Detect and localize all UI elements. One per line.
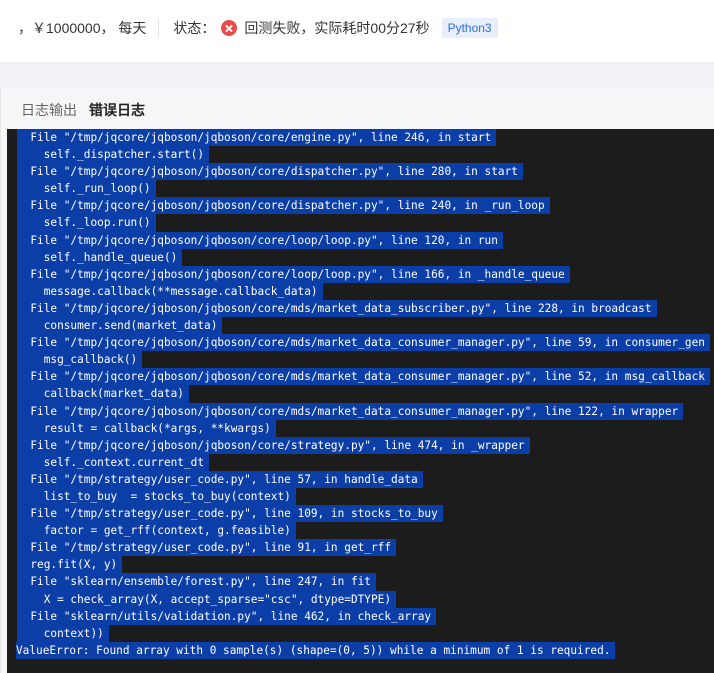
- language-badge: Python3: [441, 18, 498, 38]
- log-line: File "/tmp/jqcore/jqboson/jqboson/core/m…: [7, 402, 714, 420]
- log-line-text: File "/tmp/jqcore/jqboson/jqboson/core/m…: [17, 299, 657, 318]
- log-line: consumer.send(market_data): [7, 317, 714, 335]
- log-line-text: msg_callback(): [17, 351, 143, 369]
- log-line-text: File "/tmp/jqcore/jqboson/jqboson/core/l…: [17, 231, 503, 249]
- log-line: File "/tmp/jqcore/jqboson/jqboson/core/m…: [7, 334, 714, 352]
- log-line: File "/tmp/jqcore/jqboson/jqboson/core/d…: [7, 197, 714, 215]
- log-line: File "/tmp/jqcore/jqboson/jqboson/core/l…: [7, 265, 714, 283]
- log-line: reg.fit(X, y): [7, 556, 714, 574]
- tab-error-log[interactable]: 错误日志: [89, 100, 145, 120]
- log-line-text: File "/tmp/jqcore/jqboson/jqboson/core/l…: [17, 265, 570, 283]
- log-line-text: File "/tmp/strategy/user_code.py", line …: [17, 505, 443, 523]
- log-line-text: self._context.current_dt: [17, 453, 210, 471]
- log-line-text: self._run_loop(): [17, 180, 156, 198]
- log-line: self._run_loop(): [7, 180, 714, 198]
- log-line: self._handle_queue(): [7, 248, 714, 266]
- log-line: factor = get_rff(context, g.feasible): [7, 522, 714, 540]
- status-text: 回测失败，实际耗时00分27秒: [244, 20, 430, 36]
- log-line-text: context)): [17, 624, 109, 642]
- log-line-text: File "/tmp/jqcore/jqboson/jqboson/core/e…: [17, 129, 497, 147]
- log-line: File "/tmp/strategy/user_code.py", line …: [7, 539, 714, 557]
- log-panel: 日志输出 错误日志 File "/tmp/jqcore/jqboson/jqbo…: [0, 88, 714, 673]
- log-line: result = callback(*args, **kwargs): [7, 419, 714, 437]
- header-divider: [158, 19, 160, 37]
- log-line-text: list_to_buy = stocks_to_buy(context): [17, 487, 296, 506]
- log-line: self._loop.run(): [7, 214, 714, 232]
- section-gap: [0, 62, 714, 88]
- backtest-params: ，￥1000000， 每天: [18, 20, 147, 36]
- error-log-console[interactable]: File "/tmp/jqcore/jqboson/jqboson/core/e…: [7, 129, 714, 673]
- log-line-text: File "sklearn/ensemble/forest.py", line …: [17, 573, 376, 591]
- log-tabs: 日志输出 错误日志: [21, 100, 157, 120]
- log-line: self._dispatcher.start(): [7, 146, 714, 164]
- tab-log-output[interactable]: 日志输出: [21, 100, 77, 120]
- log-line-text: self._loop.run(): [17, 214, 156, 232]
- log-line: File "/tmp/jqcore/jqboson/jqboson/core/m…: [7, 299, 714, 318]
- log-line: ValueError: Found array with 0 sample(s)…: [7, 641, 714, 659]
- log-line: message.callback(**message.callback_data…: [7, 282, 714, 300]
- log-line-text: result = callback(*args, **kwargs): [17, 419, 276, 437]
- log-line-text: message.callback(**message.callback_data…: [17, 282, 323, 300]
- log-line: File "/tmp/jqcore/jqboson/jqboson/core/s…: [7, 436, 714, 454]
- status-label: 状态：: [173, 20, 216, 36]
- log-line: File "sklearn/utils/validation.py", line…: [7, 607, 714, 625]
- log-line-text: File "/tmp/jqcore/jqboson/jqboson/core/m…: [17, 402, 684, 420]
- log-line-text: callback(market_data): [17, 385, 189, 403]
- log-line-text: consumer.send(market_data): [17, 317, 223, 335]
- log-line-text: File "/tmp/strategy/user_code.py", line …: [17, 470, 423, 488]
- log-line-text: reg.fit(X, y): [17, 556, 123, 574]
- backtest-status-bar: ，￥1000000， 每天 状态： 回测失败，实际耗时00分27秒 Python…: [0, 0, 714, 56]
- log-line: File "sklearn/ensemble/forest.py", line …: [7, 573, 714, 591]
- log-line-text: File "/tmp/jqcore/jqboson/jqboson/core/d…: [17, 163, 523, 181]
- error-message: ValueError: Found array with 0 sample(s)…: [16, 641, 616, 659]
- log-line-text: File "sklearn/utils/validation.py", line…: [17, 607, 437, 625]
- log-line-text: factor = get_rff(context, g.feasible): [17, 522, 296, 540]
- log-line: File "/tmp/jqcore/jqboson/jqboson/core/d…: [7, 163, 714, 181]
- log-line-text: File "/tmp/jqcore/jqboson/jqboson/core/d…: [17, 197, 550, 215]
- log-line: list_to_buy = stocks_to_buy(context): [7, 487, 714, 506]
- log-line-text: File "/tmp/jqcore/jqboson/jqboson/core/m…: [17, 368, 710, 386]
- log-line-text: self._handle_queue(): [17, 248, 183, 266]
- log-line: X = check_array(X, accept_sparse="csc", …: [7, 590, 714, 608]
- log-line: context)): [7, 624, 714, 642]
- log-line-text: File "/tmp/jqcore/jqboson/jqboson/core/s…: [17, 436, 530, 454]
- log-line-text: File "/tmp/jqcore/jqboson/jqboson/core/m…: [17, 334, 710, 352]
- log-line: msg_callback(): [7, 351, 714, 369]
- log-line: self._context.current_dt: [7, 453, 714, 471]
- log-line: File "/tmp/jqcore/jqboson/jqboson/core/l…: [7, 231, 714, 249]
- log-line: File "/tmp/jqcore/jqboson/jqboson/core/m…: [7, 368, 714, 386]
- log-line-text: X = check_array(X, accept_sparse="csc", …: [17, 590, 397, 608]
- log-line: File "/tmp/jqcore/jqboson/jqboson/core/e…: [7, 129, 714, 147]
- log-line-text: File "/tmp/strategy/user_code.py", line …: [17, 539, 397, 557]
- log-line: File "/tmp/strategy/user_code.py", line …: [7, 505, 714, 523]
- log-line-text: self._dispatcher.start(): [17, 146, 210, 164]
- log-line: File "/tmp/strategy/user_code.py", line …: [7, 470, 714, 488]
- log-line: callback(market_data): [7, 385, 714, 403]
- error-circle-icon: [221, 20, 238, 36]
